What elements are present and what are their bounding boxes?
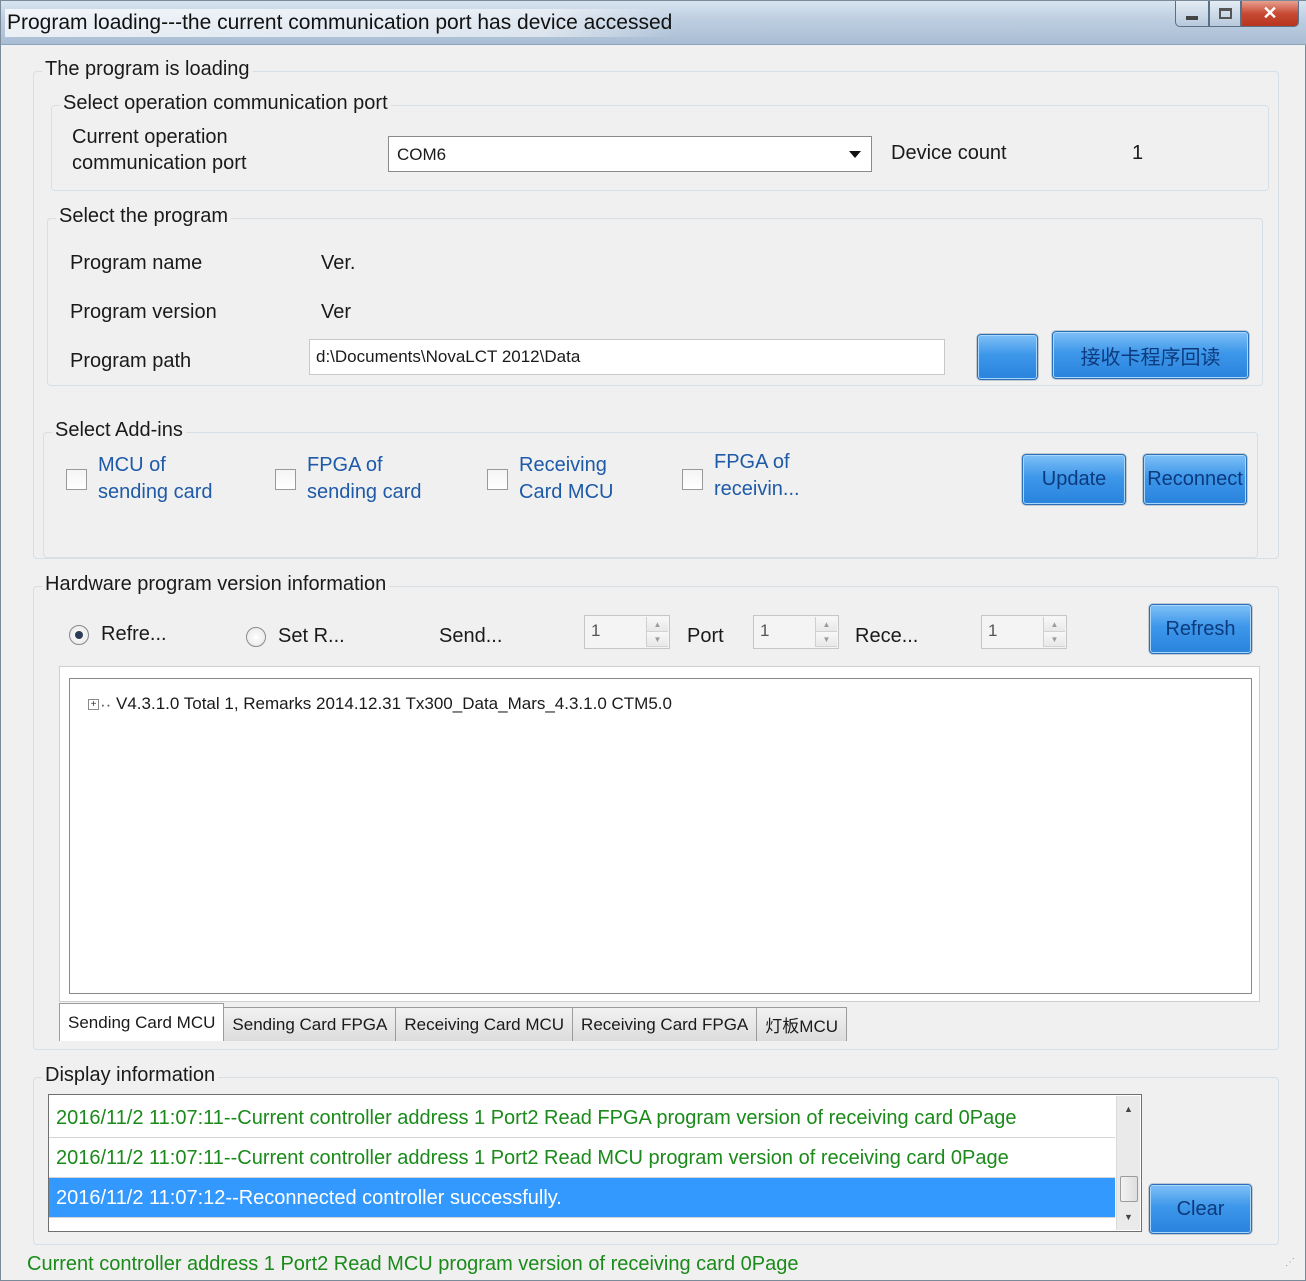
- minimize-button[interactable]: [1175, 1, 1209, 27]
- port-select[interactable]: COM6: [388, 136, 872, 172]
- port-select-value: COM6: [397, 145, 447, 164]
- program-name-value: Ver.: [321, 252, 356, 274]
- mcu-sending-card-label-line1: MCU of: [98, 454, 166, 476]
- reconnect-button[interactable]: Reconnect: [1143, 454, 1247, 505]
- port-label-line2: communication port: [72, 152, 247, 174]
- readback-button[interactable]: 接收卡程序回读: [1052, 331, 1249, 379]
- rece-stepper-buttons[interactable]: ▲ ▼: [1043, 617, 1065, 647]
- rece-stepper[interactable]: 1 ▲ ▼: [981, 615, 1067, 649]
- receiving-card-mcu-label-line1: Receiving: [519, 454, 607, 476]
- status-text: Current controller address 1 Port2 Read …: [27, 1253, 799, 1275]
- fpga-receiving-card-label-line2: receivin...: [714, 478, 800, 500]
- tab-bar: Sending Card MCU Sending Card FPGA Recei…: [59, 1003, 847, 1041]
- program-path-label: Program path: [70, 350, 192, 372]
- device-count-label: Device count: [891, 142, 1007, 164]
- readback-button-label: 接收卡程序回读: [1080, 346, 1221, 369]
- send-stepper-value: 1: [591, 621, 601, 640]
- set-radio-label: Set R...: [278, 625, 345, 647]
- stepper-up-icon[interactable]: ▲: [816, 617, 837, 632]
- stepper-up-icon[interactable]: ▲: [1044, 617, 1065, 632]
- fpga-sending-card-checkbox[interactable]: [275, 469, 296, 490]
- close-button[interactable]: ✕: [1241, 1, 1299, 27]
- chevron-down-icon: [849, 151, 861, 158]
- window-title: Program loading---the current communicat…: [5, 9, 679, 37]
- program-version-label: Program version: [70, 301, 217, 323]
- stepper-down-icon[interactable]: ▼: [647, 632, 668, 647]
- stepper-down-icon[interactable]: ▼: [816, 632, 837, 647]
- program-group-legend: Select the program: [56, 205, 231, 228]
- log-row[interactable]: 2016/11/2 11:07:11--Current controller a…: [49, 1138, 1115, 1178]
- mcu-sending-card-checkbox[interactable]: [66, 469, 87, 490]
- title-bar[interactable]: Program loading---the current communicat…: [1, 1, 1306, 45]
- program-version-value: Ver: [321, 301, 352, 323]
- mcu-sending-card-label-line2: sending card: [98, 481, 213, 503]
- hardware-group-legend: Hardware program version information: [42, 573, 390, 596]
- rece-label: Rece...: [855, 625, 919, 647]
- maximize-icon: [1218, 8, 1232, 19]
- stepper-down-icon[interactable]: ▼: [1044, 632, 1065, 647]
- fpga-sending-card-label-line2: sending card: [307, 481, 422, 503]
- port-stepper-value: 1: [760, 621, 770, 640]
- log-row-selected[interactable]: 2016/11/2 11:07:12--Reconnected controll…: [49, 1178, 1115, 1218]
- close-icon: ✕: [1262, 3, 1278, 23]
- version-tree[interactable]: + ·· V4.3.1.0 Total 1, Remarks 2014.12.3…: [69, 678, 1252, 994]
- tab-receiving-card-mcu[interactable]: Receiving Card MCU: [395, 1007, 574, 1041]
- port-label-line1: Current operation: [72, 126, 228, 148]
- fpga-receiving-card-label-line1: FPGA of: [714, 451, 790, 473]
- tab-sending-card-fpga[interactable]: Sending Card FPGA: [223, 1007, 397, 1041]
- clear-button-label: Clear: [1176, 1197, 1225, 1220]
- port-stepper-buttons[interactable]: ▲ ▼: [815, 617, 837, 647]
- tab-receiving-card-fpga[interactable]: Receiving Card FPGA: [572, 1007, 758, 1041]
- port-stepper[interactable]: 1 ▲ ▼: [753, 615, 839, 649]
- addins-group-legend: Select Add-ins: [52, 419, 186, 442]
- resize-grip-icon[interactable]: ⋰: [1285, 1258, 1299, 1274]
- scroll-up-icon[interactable]: ▲: [1119, 1098, 1138, 1120]
- clear-button[interactable]: Clear: [1149, 1184, 1252, 1234]
- program-name-label: Program name: [70, 252, 203, 274]
- maximize-button[interactable]: [1209, 1, 1241, 27]
- minimize-icon: [1186, 15, 1198, 20]
- tree-item[interactable]: V4.3.1.0 Total 1, Remarks 2014.12.31 Tx3…: [116, 694, 672, 714]
- update-button-label: Update: [1041, 468, 1107, 490]
- tab-sending-card-mcu[interactable]: Sending Card MCU: [59, 1003, 225, 1041]
- rece-stepper-value: 1: [988, 621, 998, 640]
- tab-light-board-mcu[interactable]: 灯板MCU: [756, 1007, 847, 1041]
- refresh-radio[interactable]: [69, 625, 89, 645]
- refresh-button[interactable]: Refresh: [1149, 604, 1252, 654]
- receiving-card-mcu-label-line2: Card MCU: [519, 481, 614, 503]
- receiving-card-mcu-checkbox[interactable]: [487, 469, 508, 490]
- expand-icon[interactable]: +: [88, 699, 99, 710]
- send-label: Send...: [439, 625, 503, 647]
- stepper-up-icon[interactable]: ▲: [647, 617, 668, 632]
- program-loading-window: Program loading---the current communicat…: [0, 0, 1306, 1281]
- log-row[interactable]: 2016/11/2 11:07:11--Current controller a…: [49, 1098, 1115, 1138]
- device-count-value: 1: [1132, 142, 1144, 164]
- port-stepper-label: Port: [687, 625, 724, 647]
- reconnect-button-label: Reconnect: [1147, 468, 1243, 490]
- program-path-field[interactable]: d:\Documents\NovaLCT 2012\Data: [309, 339, 945, 375]
- log-scrollbar[interactable]: ▲ ▼: [1116, 1096, 1140, 1230]
- tree-connector: ··: [100, 695, 112, 714]
- refresh-button-label: Refresh: [1165, 617, 1236, 640]
- update-button[interactable]: Update: [1022, 454, 1126, 505]
- scroll-down-icon[interactable]: ▼: [1119, 1206, 1138, 1228]
- window-controls: ✕: [1175, 1, 1299, 29]
- scroll-thumb[interactable]: [1120, 1176, 1138, 1202]
- fpga-sending-card-label-line1: FPGA of: [307, 454, 383, 476]
- refresh-radio-label: Refre...: [101, 623, 167, 645]
- browse-button[interactable]: [977, 334, 1038, 380]
- log-listbox[interactable]: 2016/11/2 11:07:11--Current controller a…: [48, 1094, 1142, 1232]
- display-group-legend: Display information: [42, 1064, 219, 1087]
- send-stepper-buttons[interactable]: ▲ ▼: [646, 617, 668, 647]
- program-path-value: d:\Documents\NovaLCT 2012\Data: [316, 347, 581, 366]
- program-loading-legend: The program is loading: [42, 58, 253, 81]
- port-group-legend: Select operation communication port: [60, 92, 391, 115]
- send-stepper[interactable]: 1 ▲ ▼: [584, 615, 670, 649]
- set-radio[interactable]: [246, 627, 266, 647]
- fpga-receiving-card-checkbox[interactable]: [682, 469, 703, 490]
